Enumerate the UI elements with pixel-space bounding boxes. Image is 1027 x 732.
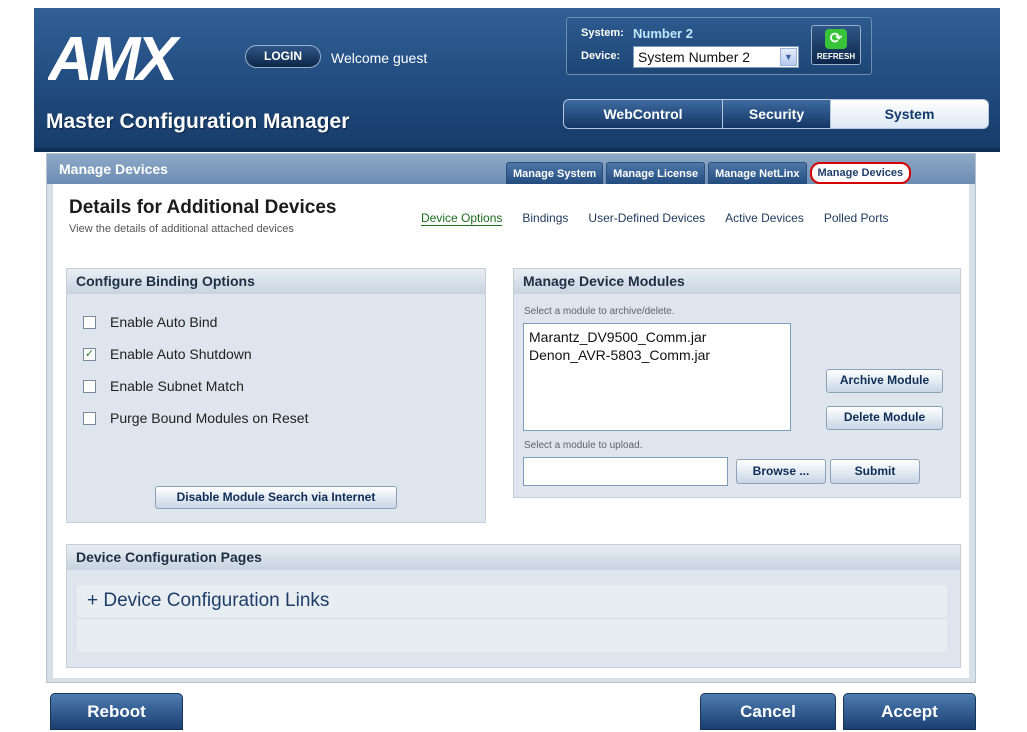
device-label: Device: [581, 50, 621, 62]
refresh-icon: ⟳ [825, 29, 847, 49]
details-subtitle: View the details of additional attached … [69, 223, 294, 235]
detail-links: Device Options Bindings User-Defined Dev… [421, 211, 909, 226]
login-button[interactable]: LOGIN [245, 45, 321, 68]
tab-system[interactable]: System [831, 99, 989, 129]
logo-text: AMX [48, 30, 181, 86]
tab-manage-devices[interactable]: Manage Devices [809, 162, 912, 184]
archive-select-label: Select a module to archive/delete. [524, 306, 675, 317]
system-selector-box: System: Number 2 Device: System Number 2… [566, 17, 872, 75]
reboot-button[interactable]: Reboot [50, 693, 183, 730]
auto-bind-checkbox[interactable] [83, 315, 96, 329]
tab-manage-netlinx[interactable]: Manage NetLinx [708, 162, 807, 184]
panel-content: Details for Additional Devices View the … [53, 184, 969, 678]
submit-button[interactable]: Submit [830, 459, 920, 484]
device-config-pages-title: Device Configuration Pages [67, 545, 960, 570]
accept-button[interactable]: Accept [843, 693, 976, 730]
welcome-text: Welcome guest [331, 50, 428, 66]
refresh-button[interactable]: ⟳ REFRESH [811, 25, 861, 65]
link-user-defined-devices[interactable]: User-Defined Devices [588, 211, 705, 226]
device-config-pages-box: Device Configuration Pages + Device Conf… [66, 544, 961, 668]
binding-options-title: Configure Binding Options [67, 269, 485, 294]
option-subnet-match[interactable]: Enable Subnet Match [83, 378, 244, 394]
device-config-links-empty-row [77, 620, 947, 652]
option-purge-bound-modules[interactable]: Purge Bound Modules on Reset [83, 410, 308, 426]
device-select-value: System Number 2 [638, 49, 751, 65]
delete-module-button[interactable]: Delete Module [826, 406, 943, 430]
device-modules-box: Manage Device Modules Select a module to… [513, 268, 961, 498]
device-config-links-toggle[interactable]: + Device Configuration Links [77, 585, 947, 617]
link-active-devices[interactable]: Active Devices [725, 211, 804, 226]
subnet-match-label: Enable Subnet Match [110, 378, 244, 394]
device-modules-title: Manage Device Modules [514, 269, 960, 294]
module-item[interactable]: Denon_AVR-5803_Comm.jar [529, 346, 785, 364]
system-value: Number 2 [633, 26, 693, 41]
tab-manage-license[interactable]: Manage License [606, 162, 706, 184]
panel-title-bar: Manage Devices Manage System Manage Lice… [47, 154, 975, 184]
auto-shutdown-checkbox[interactable]: ✓ [83, 347, 96, 361]
tab-manage-system[interactable]: Manage System [506, 162, 604, 184]
tab-webcontrol[interactable]: WebControl [563, 99, 723, 129]
auto-bind-label: Enable Auto Bind [110, 314, 218, 330]
details-title: Details for Additional Devices [69, 197, 337, 218]
upload-label: Select a module to upload. [524, 440, 643, 451]
option-auto-bind[interactable]: Enable Auto Bind [83, 314, 217, 330]
link-bindings[interactable]: Bindings [522, 211, 568, 226]
manage-devices-panel: Manage Devices Manage System Manage Lice… [46, 153, 976, 683]
auto-shutdown-label: Enable Auto Shutdown [110, 346, 252, 362]
device-select[interactable]: System Number 2 ▼ [633, 46, 799, 68]
module-list[interactable]: Marantz_DV9500_Comm.jar Denon_AVR-5803_C… [523, 323, 791, 431]
tab-security[interactable]: Security [723, 99, 831, 129]
binding-options-box: Configure Binding Options Enable Auto Bi… [66, 268, 486, 523]
purge-modules-checkbox[interactable] [83, 411, 96, 425]
cancel-button[interactable]: Cancel [700, 693, 836, 730]
link-polled-ports[interactable]: Polled Ports [824, 211, 889, 226]
browse-button[interactable]: Browse ... [736, 459, 826, 484]
panel-title: Manage Devices [59, 161, 168, 177]
purge-modules-label: Purge Bound Modules on Reset [110, 410, 309, 426]
module-item[interactable]: Marantz_DV9500_Comm.jar [529, 328, 785, 346]
app-title: Master Configuration Manager [46, 110, 350, 133]
archive-module-button[interactable]: Archive Module [826, 369, 943, 393]
system-label: System: [581, 27, 624, 39]
header-divider [34, 148, 1000, 152]
upload-file-field[interactable] [523, 457, 728, 486]
sub-tabs: Manage System Manage License Manage NetL… [506, 162, 912, 184]
disable-module-search-button[interactable]: Disable Module Search via Internet [155, 486, 397, 509]
main-tabs: WebControl Security System [563, 99, 989, 129]
amx-logo: AMX [48, 30, 185, 86]
refresh-label: REFRESH [816, 52, 856, 61]
link-device-options[interactable]: Device Options [421, 211, 503, 226]
subnet-match-checkbox[interactable] [83, 379, 96, 393]
option-auto-shutdown[interactable]: ✓ Enable Auto Shutdown [83, 346, 252, 362]
chevron-down-icon[interactable]: ▼ [780, 48, 797, 66]
